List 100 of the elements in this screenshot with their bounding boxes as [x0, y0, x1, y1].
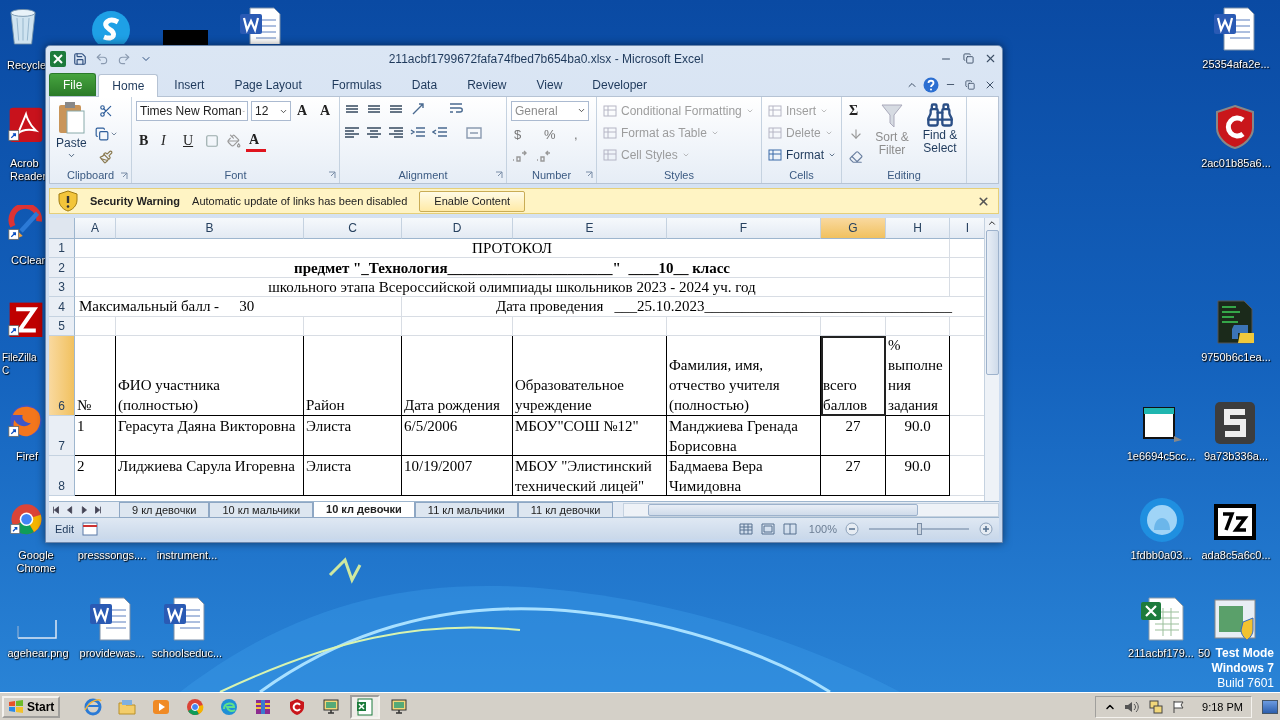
desktop-icon-label[interactable]: Acrob Reader	[10, 157, 45, 183]
app-tile-icon[interactable]	[1213, 400, 1257, 446]
normal-view-icon[interactable]	[738, 522, 753, 535]
document-icon[interactable]	[162, 596, 206, 642]
help-icon[interactable]	[923, 76, 939, 93]
sheet-tab[interactable]: 9 кл девочки	[119, 501, 210, 518]
spreadsheet-icon[interactable]	[50, 50, 66, 67]
column-header[interactable]: I	[950, 218, 985, 240]
desktop-icon-label[interactable]: instrument...	[150, 549, 224, 562]
ribbon-tab[interactable]: File	[49, 72, 97, 96]
number-format-button[interactable]: $	[511, 123, 531, 145]
number-format-button[interactable]: ,	[571, 123, 591, 145]
globe-icon[interactable]	[8, 402, 44, 440]
round-logo-icon[interactable]	[1138, 496, 1186, 544]
installer-icon[interactable]	[1213, 596, 1257, 642]
desktop-icon-label[interactable]: 9750b6c1ea...	[1194, 351, 1278, 364]
start-button[interactable]: Start	[2, 695, 61, 718]
brush-icon[interactable]	[8, 205, 44, 243]
column-header[interactable]: C	[304, 218, 402, 240]
column-header[interactable]: A	[75, 218, 116, 240]
font-name-select[interactable]: Times New Roman	[136, 101, 248, 122]
page-layout-icon[interactable]	[760, 522, 775, 535]
desktop-icon-label[interactable]: Recycle	[7, 59, 45, 72]
row-header[interactable]: 6	[49, 336, 75, 417]
row-header[interactable]: 3	[49, 278, 75, 298]
vertical-scrollbar[interactable]	[984, 218, 999, 502]
column-header[interactable]: D	[402, 218, 513, 240]
row-header[interactable]: 4	[49, 297, 75, 318]
sheet-tab[interactable]: 10 кл девочки	[313, 501, 415, 518]
column-header[interactable]: E	[513, 218, 667, 240]
sheet-tab[interactable]: 10 кл мальчики	[209, 501, 314, 518]
row-header[interactable]: 2	[49, 258, 75, 279]
ribbon-tab[interactable]: Data	[397, 72, 452, 96]
ribbon-tab[interactable]: Developer	[578, 72, 661, 96]
bold-button[interactable]: B	[136, 130, 156, 152]
shrink-font-button[interactable]: A	[317, 100, 337, 122]
dialog-launcher-icon[interactable]	[495, 170, 503, 179]
sheet-nav-icon[interactable]	[93, 503, 103, 516]
sheet-nav-icon[interactable]	[65, 503, 75, 516]
app-tile-icon[interactable]	[8, 301, 44, 339]
column-header[interactable]: F	[667, 218, 821, 240]
ribbon-tab[interactable]: View	[522, 72, 577, 96]
document-icon[interactable]	[88, 596, 132, 642]
desktop-icon-label[interactable]: FileZilla C	[2, 351, 45, 377]
grow-font-button[interactable]: A	[294, 100, 314, 122]
desktop-icon-label[interactable]: 2ac01b85a6...	[1194, 157, 1278, 170]
ribbon-tab[interactable]: Insert	[160, 72, 219, 96]
dialog-launcher-icon[interactable]	[585, 170, 593, 179]
save-icon[interactable]	[73, 51, 87, 66]
font-size-select[interactable]: 12	[251, 101, 291, 122]
dialog-launcher-icon[interactable]	[328, 170, 336, 179]
enable-content-button[interactable]: Enable Content	[419, 190, 526, 212]
italic-button[interactable]: I	[158, 130, 178, 152]
spreadsheet-icon[interactable]	[1139, 596, 1185, 642]
flag-icon[interactable]	[1172, 699, 1187, 714]
page-break-icon[interactable]	[782, 522, 797, 535]
shield-icon[interactable]	[1213, 104, 1257, 150]
wheel-logo-icon[interactable]	[10, 502, 43, 537]
close-button[interactable]	[977, 194, 990, 208]
thumbnail-icon[interactable]	[163, 30, 208, 45]
sheet-tab[interactable]: 11 кл девочки	[517, 501, 614, 518]
ribbon-tab[interactable]: Page Layout	[220, 72, 316, 96]
scroll-thumb[interactable]	[985, 230, 999, 376]
slider-thumb[interactable]	[917, 522, 922, 535]
document-icon[interactable]	[1212, 6, 1256, 52]
desktop-icon-label[interactable]: presssongs....	[72, 549, 152, 562]
sheet-nav-icon[interactable]	[79, 503, 89, 516]
find-select-button[interactable]: Find & Select	[918, 100, 962, 168]
zoom-out-icon[interactable]	[845, 521, 859, 536]
underline-button[interactable]: U	[180, 130, 200, 152]
desktop-icon-label[interactable]: 25354afa2e...	[1194, 58, 1278, 71]
desktop-icon-label[interactable]: CClear	[11, 254, 45, 267]
desktop-icon-label[interactable]: Firef	[16, 450, 45, 463]
desktop-icon-label[interactable]: agehear.png	[0, 647, 76, 660]
horizontal-scrollbar[interactable]	[623, 502, 999, 517]
number-format-button[interactable]: %	[541, 123, 561, 145]
column-header[interactable]: G	[821, 218, 886, 240]
ribbon-tab[interactable]: Formulas	[317, 72, 396, 96]
row-header[interactable]: 8	[49, 456, 75, 497]
sheet-nav-icon[interactable]	[51, 503, 61, 516]
network-icon[interactable]	[1148, 699, 1165, 714]
ribbon-tab[interactable]: Review	[453, 72, 521, 96]
autosum-button[interactable]: Σ	[846, 100, 866, 122]
column-header[interactable]: H	[886, 218, 950, 240]
number-format-select[interactable]: General	[511, 100, 589, 121]
desktop-icon-label[interactable]: providewas...	[74, 647, 150, 660]
curl-logo-icon[interactable]	[8, 106, 44, 144]
zoom-in-icon[interactable]	[979, 521, 993, 536]
ribbon-tab[interactable]: Home	[98, 73, 159, 97]
ribbon-menu-button[interactable]: Format	[766, 144, 838, 166]
paste-button[interactable]: Paste	[54, 100, 89, 168]
taskbar-button[interactable]	[350, 694, 381, 719]
macro-icon[interactable]	[81, 521, 98, 536]
desktop-icon-label[interactable]: 50	[1198, 647, 1214, 660]
column-header[interactable]: B	[116, 218, 304, 240]
speaker-icon[interactable]	[1124, 699, 1141, 714]
desktop-icon-label[interactable]: Google Chrome	[0, 549, 72, 575]
row-header[interactable]: 5	[49, 317, 75, 337]
show-desktop-button[interactable]	[1262, 699, 1278, 714]
sheet-tab[interactable]: 11 кл мальчики	[414, 501, 518, 518]
